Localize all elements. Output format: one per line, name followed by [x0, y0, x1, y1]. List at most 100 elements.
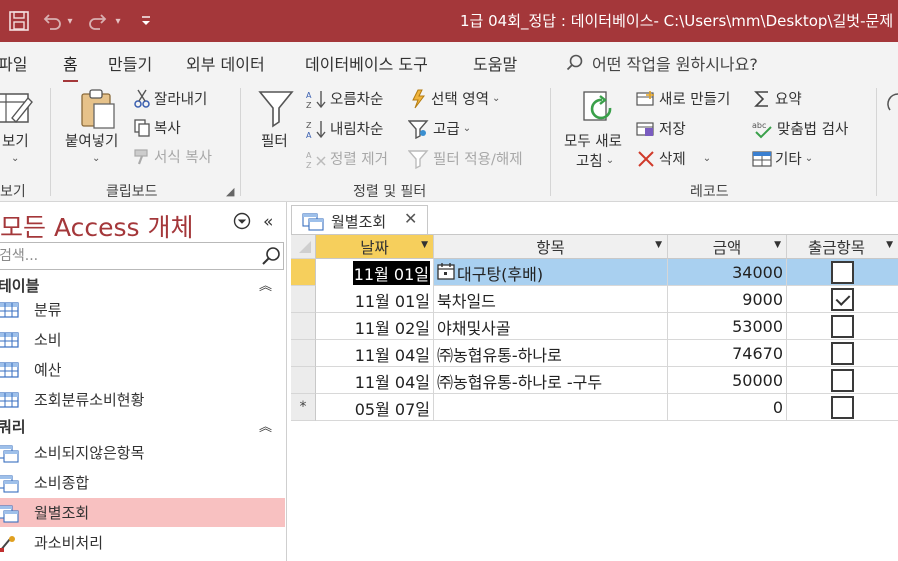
new-record-button[interactable]: 새로 만들기 — [636, 88, 730, 109]
amount-cell[interactable]: 53000 — [668, 313, 787, 340]
item-cell[interactable]: ㈜농협유통-하나로 -구두 — [434, 367, 668, 394]
redo-icon[interactable] — [86, 9, 110, 33]
find-icon[interactable] — [884, 90, 898, 118]
calendar-icon[interactable] — [437, 262, 455, 284]
amount-cell[interactable]: 74670 — [668, 340, 787, 367]
record-selector[interactable] — [291, 313, 316, 340]
date-cell[interactable]: 11월 04일 — [316, 340, 434, 367]
tab-external-data[interactable]: 외부 데이터 — [186, 51, 265, 75]
item-cell[interactable]: ㈜농협유통-하나로 — [434, 340, 668, 367]
advanced-button[interactable]: 고급 ⌄ — [408, 118, 471, 139]
tab-help[interactable]: 도움말 — [473, 51, 517, 75]
date-cell[interactable]: 05월 07일 — [316, 394, 434, 421]
refresh-all-button[interactable]: 고침 ⌄ — [576, 150, 614, 171]
toggle-filter-button[interactable]: 필터 적용/해제 — [408, 148, 523, 169]
paste-button[interactable]: 붙여넣기 — [65, 130, 118, 151]
filter-dropdown-icon[interactable]: ▼ — [421, 240, 428, 250]
nav-item-table[interactable]: 예산 — [0, 355, 285, 384]
withdrawal-checkbox-checked[interactable] — [831, 288, 854, 311]
item-cell[interactable]: 북차일드 — [434, 286, 668, 313]
column-header-withdrawal[interactable]: 출금항목 ▼ — [787, 235, 898, 259]
amount-cell[interactable]: 34000 — [668, 259, 787, 286]
filter-dropdown-icon[interactable]: ▼ — [655, 240, 662, 250]
new-record-row[interactable]: 05월 07일 0 — [316, 394, 898, 421]
filter-button[interactable]: 필터 — [261, 130, 288, 151]
delete-record-button[interactable]: 삭제 ⌄ — [636, 148, 711, 169]
select-all-corner[interactable] — [291, 235, 316, 259]
view-button[interactable]: 보기 — [2, 130, 29, 151]
nav-item-query[interactable]: 소비되지않은항목 — [0, 438, 285, 467]
nav-item-table[interactable]: 소비 — [0, 325, 285, 354]
collapse-icon[interactable]: ︽ — [259, 275, 272, 294]
table-row[interactable]: 11월 04일 ㈜농협유통-하나로 74670 — [316, 340, 898, 367]
tab-home[interactable]: 홈 — [63, 51, 78, 83]
collapse-icon[interactable]: ︽ — [259, 416, 272, 435]
shutter-bar-close-icon[interactable]: « — [263, 212, 273, 232]
amount-cell[interactable]: 9000 — [668, 286, 787, 313]
remove-sort-button[interactable]: AZ 정렬 제거 — [305, 148, 388, 169]
date-cell[interactable]: 11월 01일 — [316, 259, 434, 286]
record-selector[interactable] — [291, 367, 316, 394]
save-icon[interactable] — [6, 9, 32, 33]
table-row[interactable]: 11월 01일 북차일드 9000 — [316, 286, 898, 313]
customize-qat-icon[interactable] — [138, 9, 154, 33]
table-row[interactable]: 11월 04일 ㈜농협유통-하나로 -구두 50000 — [316, 367, 898, 394]
item-cell[interactable] — [434, 394, 668, 421]
undo-dropdown-icon[interactable]: ▾ — [64, 9, 76, 33]
table-row[interactable]: 11월 02일 야채및사골 53000 — [316, 313, 898, 340]
sort-ascending-button[interactable]: AZ 오름차순 — [305, 88, 383, 109]
paste-dropdown-icon[interactable]: ⌄ — [92, 153, 100, 164]
cut-button[interactable]: 잘라내기 — [133, 88, 207, 109]
nav-search-input[interactable] — [0, 243, 253, 269]
nav-group-tables[interactable]: 테이블 — [0, 275, 39, 296]
refresh-icon[interactable] — [580, 88, 620, 134]
format-painter-button[interactable]: 서식 복사 — [133, 146, 212, 167]
selection-button[interactable]: 선택 영역 ⌄ — [408, 88, 500, 109]
record-selector[interactable] — [291, 286, 316, 313]
doc-tab-monthly-query[interactable]: 월별조회 ✕ — [291, 205, 428, 235]
date-cell[interactable]: 11월 02일 — [316, 313, 434, 340]
new-record-selector[interactable]: * — [291, 394, 316, 421]
filter-dropdown-icon[interactable]: ▼ — [774, 240, 781, 250]
item-cell[interactable]: 대구탕(후배) — [434, 259, 668, 286]
refresh-all-label-1[interactable]: 모두 새로 — [564, 130, 622, 151]
withdrawal-checkbox[interactable] — [831, 261, 854, 284]
nav-item-query[interactable]: 과소비처리 — [0, 528, 285, 557]
search-icon[interactable] — [261, 246, 281, 270]
sort-descending-button[interactable]: ZA 내림차순 — [305, 118, 383, 139]
record-selector[interactable] — [291, 340, 316, 367]
nav-item-query-selected[interactable]: 월별조회 — [0, 498, 285, 527]
clipboard-launcher-icon[interactable]: ◢ — [226, 185, 234, 198]
withdrawal-checkbox[interactable] — [831, 396, 854, 419]
save-record-button[interactable]: 저장 — [636, 118, 686, 139]
column-header-amount[interactable]: 금액 ▼ — [668, 235, 787, 259]
tab-create[interactable]: 만들기 — [108, 51, 152, 75]
redo-dropdown-icon[interactable]: ▾ — [112, 9, 124, 33]
nav-item-table[interactable]: 조회분류소비현황 — [0, 385, 285, 414]
column-header-date[interactable]: 날짜 ▼ — [316, 235, 434, 259]
tab-database-tools[interactable]: 데이터베이스 도구 — [305, 51, 428, 75]
table-row[interactable]: 11월 01일 대구탕(후배) 34000 — [316, 259, 898, 286]
tell-me-box[interactable]: 어떤 작업을 원하시나요? — [566, 51, 758, 75]
nav-item-table[interactable]: 분류 — [0, 295, 285, 324]
nav-menu-dropdown-icon[interactable] — [233, 212, 251, 234]
nav-item-query[interactable]: 소비종합 — [0, 468, 285, 497]
nav-pane-title[interactable]: 모든 Access 개체 — [0, 208, 193, 244]
amount-cell[interactable]: 50000 — [668, 367, 787, 394]
tab-file[interactable]: 파일 — [0, 51, 27, 75]
spelling-button[interactable]: abc 맞춤법 검사 — [752, 118, 848, 139]
column-header-item[interactable]: 항목 ▼ — [434, 235, 668, 259]
filter-icon[interactable] — [257, 88, 295, 132]
undo-icon[interactable] — [40, 9, 64, 33]
item-cell[interactable]: 야채및사골 — [434, 313, 668, 340]
filter-dropdown-icon[interactable]: ▼ — [886, 240, 893, 250]
view-icon[interactable] — [0, 88, 36, 132]
withdrawal-checkbox[interactable] — [831, 342, 854, 365]
close-icon[interactable]: ✕ — [404, 209, 417, 228]
record-selector-current[interactable] — [291, 259, 316, 286]
more-button[interactable]: 기타 ⌄ — [752, 148, 813, 169]
view-dropdown-icon[interactable]: ⌄ — [11, 153, 19, 164]
withdrawal-checkbox[interactable] — [831, 315, 854, 338]
date-cell[interactable]: 11월 04일 — [316, 367, 434, 394]
amount-cell[interactable]: 0 — [668, 394, 787, 421]
